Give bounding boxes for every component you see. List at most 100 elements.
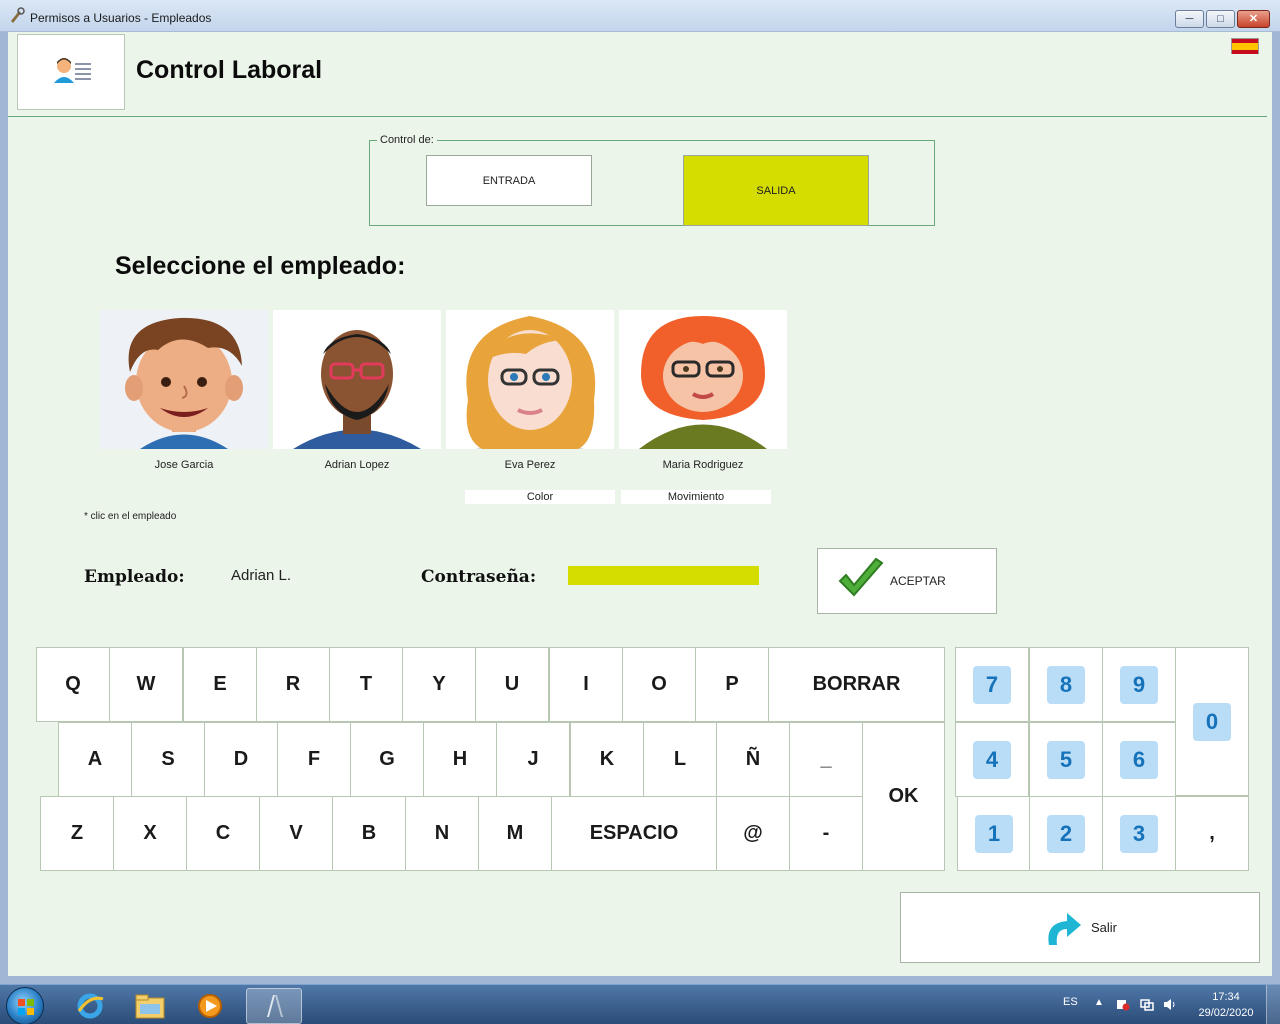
key-p[interactable]: P bbox=[695, 647, 769, 722]
clock-time[interactable]: 17:34 bbox=[1208, 991, 1244, 1003]
network-icon[interactable] bbox=[1140, 998, 1154, 1011]
numpad-key-comma[interactable]: , bbox=[1175, 796, 1249, 871]
numpad-key-7[interactable]: 7 bbox=[955, 647, 1029, 722]
show-hidden-icons[interactable]: ▲ bbox=[1094, 997, 1104, 1008]
internet-explorer-icon[interactable] bbox=[62, 988, 118, 1024]
employee-name: Maria Rodriguez bbox=[662, 459, 744, 471]
employee-card-adrian[interactable]: Adrian Lopez bbox=[273, 310, 441, 471]
key-w[interactable]: W bbox=[109, 647, 183, 722]
password-field[interactable] bbox=[568, 566, 759, 585]
window-title: Permisos a Usuarios - Empleados bbox=[30, 11, 212, 25]
ok-key[interactable]: OK bbox=[862, 722, 945, 871]
media-player-icon[interactable] bbox=[182, 988, 238, 1024]
accept-label: ACEPTAR bbox=[890, 574, 946, 588]
key-n[interactable]: N bbox=[405, 796, 479, 871]
employee-card-eva[interactable]: Eva Perez bbox=[446, 310, 614, 471]
close-button[interactable]: ✕ bbox=[1237, 10, 1270, 28]
clock-date[interactable]: 29/02/2020 bbox=[1193, 1007, 1259, 1019]
volume-icon[interactable] bbox=[1163, 998, 1177, 1011]
key-m[interactable]: M bbox=[478, 796, 552, 871]
exit-label: Salir bbox=[1091, 920, 1118, 935]
numpad-digit: 1 bbox=[975, 814, 1013, 853]
espacio-key[interactable]: ESPACIO bbox=[551, 796, 717, 871]
key-enye[interactable]: Ñ bbox=[716, 722, 790, 797]
entrada-button[interactable]: ENTRADA bbox=[426, 155, 592, 206]
key-e[interactable]: E bbox=[183, 647, 257, 722]
key-v[interactable]: V bbox=[259, 796, 333, 871]
key-i[interactable]: I bbox=[549, 647, 623, 722]
numpad-key-3[interactable]: 3 bbox=[1102, 796, 1176, 871]
app-window-icon[interactable] bbox=[246, 988, 302, 1024]
language-indicator[interactable]: ES bbox=[1063, 996, 1078, 1008]
numpad-key-5[interactable]: 5 bbox=[1029, 722, 1103, 797]
accept-button[interactable]: ACEPTAR bbox=[817, 548, 997, 614]
employee-avatar[interactable] bbox=[446, 310, 614, 449]
numpad-key-4[interactable]: 4 bbox=[955, 722, 1029, 797]
employee-label: Empleado: bbox=[84, 567, 185, 587]
numpad-key-0[interactable]: 0 bbox=[1175, 647, 1249, 796]
password-label: Contraseña: bbox=[421, 567, 537, 587]
app-icon bbox=[8, 6, 26, 24]
key-h[interactable]: H bbox=[423, 722, 497, 797]
employee-avatar[interactable] bbox=[273, 310, 441, 449]
key-dash[interactable]: - bbox=[789, 796, 863, 871]
numpad-key-6[interactable]: 6 bbox=[1102, 722, 1176, 797]
exit-arrow-icon bbox=[1048, 913, 1081, 945]
employee-name: Eva Perez bbox=[504, 459, 556, 471]
key-u[interactable]: U bbox=[475, 647, 549, 722]
key-o[interactable]: O bbox=[622, 647, 696, 722]
key-c[interactable]: C bbox=[186, 796, 260, 871]
employee-name: Jose Garcia bbox=[154, 459, 214, 471]
employee-card-maria[interactable]: Maria Rodriguez bbox=[619, 310, 787, 471]
key-a[interactable]: A bbox=[58, 722, 132, 797]
key-j[interactable]: J bbox=[496, 722, 570, 797]
employee-avatar[interactable] bbox=[619, 310, 787, 449]
key-l[interactable]: L bbox=[643, 722, 717, 797]
numpad-key-9[interactable]: 9 bbox=[1102, 647, 1176, 722]
numpad-digit: 5 bbox=[1047, 740, 1085, 779]
key-r[interactable]: R bbox=[256, 647, 330, 722]
employee-card-jose[interactable]: Jose Garcia bbox=[100, 310, 268, 471]
numpad-digit: 4 bbox=[973, 740, 1011, 779]
start-button[interactable] bbox=[6, 987, 44, 1024]
title-bar: Permisos a Usuarios - Empleados ─ □ ✕ bbox=[0, 0, 1280, 32]
key-underscore[interactable]: _ bbox=[789, 722, 863, 797]
employee-avatar[interactable] bbox=[100, 310, 268, 449]
show-desktop-button[interactable] bbox=[1266, 985, 1280, 1024]
control-type-group: Control de: ENTRADA SALIDA bbox=[369, 134, 935, 226]
maximize-button[interactable]: □ bbox=[1206, 10, 1235, 28]
key-b[interactable]: B bbox=[332, 796, 406, 871]
key-q[interactable]: Q bbox=[36, 647, 110, 722]
file-explorer-icon[interactable] bbox=[122, 988, 178, 1024]
key-t[interactable]: T bbox=[329, 647, 403, 722]
key-s[interactable]: S bbox=[131, 722, 205, 797]
key-at[interactable]: @ bbox=[716, 796, 790, 871]
numpad-key-2[interactable]: 2 bbox=[1029, 796, 1103, 871]
borrar-key[interactable]: BORRAR bbox=[768, 647, 945, 722]
header-logo bbox=[17, 34, 125, 110]
check-icon bbox=[838, 557, 884, 597]
windows-logo-icon bbox=[18, 999, 34, 1015]
key-g[interactable]: G bbox=[350, 722, 424, 797]
minimize-button[interactable]: ─ bbox=[1175, 10, 1204, 28]
numpad-key-1[interactable]: 1 bbox=[957, 796, 1031, 871]
key-z[interactable]: Z bbox=[40, 796, 114, 871]
key-d[interactable]: D bbox=[204, 722, 278, 797]
numpad-digit: 3 bbox=[1120, 814, 1158, 853]
color-option[interactable]: Color bbox=[465, 490, 615, 504]
numpad-comma: , bbox=[1209, 822, 1215, 844]
numpad-digit: 8 bbox=[1047, 665, 1085, 704]
action-center-icon[interactable] bbox=[1116, 998, 1130, 1011]
key-k[interactable]: K bbox=[570, 722, 644, 797]
key-x[interactable]: X bbox=[113, 796, 187, 871]
movimiento-option[interactable]: Movimiento bbox=[621, 490, 771, 504]
taskbar: ES ▲ 17:34 29/02/2020 bbox=[0, 984, 1280, 1024]
spain-flag-icon[interactable] bbox=[1231, 38, 1259, 54]
key-f[interactable]: F bbox=[277, 722, 351, 797]
employee-card-icon bbox=[54, 58, 91, 83]
salida-button[interactable]: SALIDA bbox=[683, 155, 869, 226]
numpad-key-8[interactable]: 8 bbox=[1029, 647, 1103, 722]
select-employee-heading: Seleccione el empleado: bbox=[115, 252, 406, 280]
exit-button[interactable]: Salir bbox=[900, 892, 1260, 963]
key-y[interactable]: Y bbox=[402, 647, 476, 722]
